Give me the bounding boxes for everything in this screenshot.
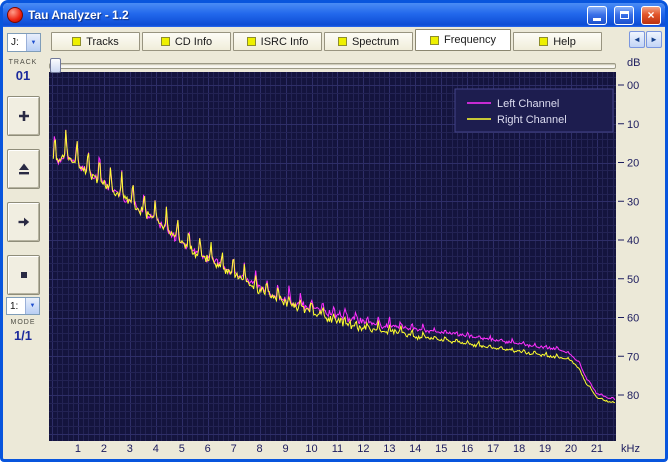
x-tick-label: 13 (383, 443, 395, 455)
tab-cd-info[interactable]: CD Info (142, 32, 231, 51)
minimize-button[interactable] (587, 5, 607, 25)
x-tick-label: 18 (513, 443, 525, 455)
x-tick-label: 17 (487, 443, 499, 455)
x-tick-label: 19 (539, 443, 551, 455)
drive-select-value: J: (11, 37, 19, 48)
chevron-down-icon[interactable]: ▼ (26, 34, 40, 51)
arrow-right-icon: ► (650, 34, 658, 44)
x-tick-label: 11 (332, 443, 343, 455)
x-tick-label: 8 (257, 443, 263, 455)
tab-frequency[interactable]: Frequency (415, 29, 511, 51)
tab-help[interactable]: Help (513, 32, 602, 51)
x-tick-label: 3 (127, 443, 133, 455)
x-tick-label: 16 (461, 443, 473, 455)
tab-bar: Tracks CD Info ISRC Info Spectrum Freque… (3, 27, 665, 52)
x-tick-label: 14 (409, 443, 421, 455)
mode-select[interactable]: 1: ▼ (6, 297, 40, 315)
tab-scroll-left-button[interactable]: ◄ (629, 30, 645, 48)
tab-scroll-group: ◄ ► (629, 30, 662, 48)
mode-caption: MODE (10, 319, 36, 326)
frequency-spectrum-chart: Left Channel Right Channel dB 00 10 20 30 40 50 6… (49, 57, 640, 455)
y-axis-labels: dB 00 10 20 30 40 50 60 70 80 (618, 57, 640, 402)
track-caption: TRACK (8, 59, 38, 66)
chart-zone: Left Channel Right Channel dB 00 10 20 30 40 50 6… (43, 52, 665, 459)
maximize-button[interactable] (614, 5, 634, 25)
y-tick-label: 10 (627, 119, 639, 131)
slider-track[interactable] (49, 63, 616, 69)
x-tick-label: 12 (357, 443, 369, 455)
title-bar[interactable]: Tau Analyzer - 1.2 × (3, 3, 665, 27)
x-tick-label: 10 (305, 443, 317, 455)
tab-tracks[interactable]: Tracks (51, 32, 140, 51)
tab-label: Help (553, 35, 576, 48)
tab-led-icon (160, 37, 170, 46)
plus-icon (18, 111, 29, 121)
x-tick-label: 15 (435, 443, 447, 455)
x-tick-label: 9 (282, 443, 288, 455)
tab-led-icon (539, 37, 549, 46)
y-tick-label: 50 (627, 274, 639, 286)
mode-select-value: 1: (10, 300, 19, 312)
x-tick-label: 20 (565, 443, 577, 455)
tab-led-icon (430, 35, 439, 45)
tab-label: Tracks (86, 35, 119, 48)
x-tick-label: 6 (205, 443, 211, 455)
maximize-icon (619, 11, 629, 19)
y-tick-label: 40 (627, 235, 639, 247)
stop-button[interactable] (7, 255, 40, 295)
forward-button[interactable] (7, 202, 40, 242)
y-tick-label: 20 (627, 158, 639, 170)
tab-led-icon (72, 37, 82, 46)
mode-value: 1/1 (13, 328, 33, 343)
eject-icon (18, 163, 29, 175)
tab-led-icon (246, 37, 256, 46)
close-button[interactable]: × (641, 5, 661, 25)
x-tick-label: 5 (179, 443, 185, 455)
y-tick-label: 70 (627, 351, 639, 363)
x-axis-unit: kHz (621, 443, 640, 455)
x-tick-label: 21 (591, 443, 603, 455)
slider-thumb[interactable] (50, 58, 61, 73)
x-tick-label: 1 (75, 443, 81, 455)
y-axis-unit: dB (627, 57, 640, 69)
y-tick-label: 00 (627, 80, 639, 92)
legend: Left Channel Right Channel (454, 88, 614, 133)
eject-button[interactable] (7, 149, 40, 189)
legend-label: Right Channel (497, 114, 567, 126)
x-tick-label: 2 (101, 443, 107, 455)
track-number: 01 (15, 68, 31, 83)
y-tick-label: 60 (627, 313, 639, 325)
tab-label: Spectrum (351, 35, 400, 48)
minimize-icon (593, 17, 601, 21)
tab-scroll-right-button[interactable]: ► (646, 30, 662, 48)
legend-label: Left Channel (497, 98, 559, 110)
main-content: TRACK 01 1: ▼ MODE 1/1 Left Channel Righ… (3, 52, 665, 459)
y-tick-label: 30 (627, 196, 639, 208)
tab-label: Frequency (444, 34, 496, 46)
tab-led-icon (337, 37, 347, 46)
tab-isrc-info[interactable]: ISRC Info (233, 32, 322, 51)
chevron-down-icon[interactable]: ▼ (25, 298, 39, 314)
tab-label: ISRC Info (260, 35, 309, 48)
app-window: Tau Analyzer - 1.2 × Tracks CD Info ISRC… (0, 0, 668, 462)
y-tick-label: 80 (627, 390, 639, 402)
tab-spectrum[interactable]: Spectrum (324, 32, 413, 51)
window-title: Tau Analyzer - 1.2 (28, 8, 129, 22)
stop-icon (20, 272, 27, 278)
position-slider[interactable] (49, 58, 616, 73)
close-icon: × (647, 8, 655, 22)
plus-button[interactable] (7, 96, 40, 136)
x-axis-labels: 1 2 3 4 5 6 7 8 9 10 11 12 13 14 15 16 17 18 19 20 21 kHz (75, 443, 640, 455)
sidebar: TRACK 01 1: ▼ MODE 1/1 (3, 52, 43, 459)
arrow-right-icon (18, 217, 29, 227)
tab-label: CD Info (174, 35, 213, 48)
x-tick-label: 4 (153, 443, 159, 455)
drive-select[interactable]: J: ▼ (7, 33, 41, 52)
app-icon (7, 7, 23, 23)
x-tick-label: 7 (231, 443, 237, 455)
arrow-left-icon: ◄ (633, 34, 641, 44)
